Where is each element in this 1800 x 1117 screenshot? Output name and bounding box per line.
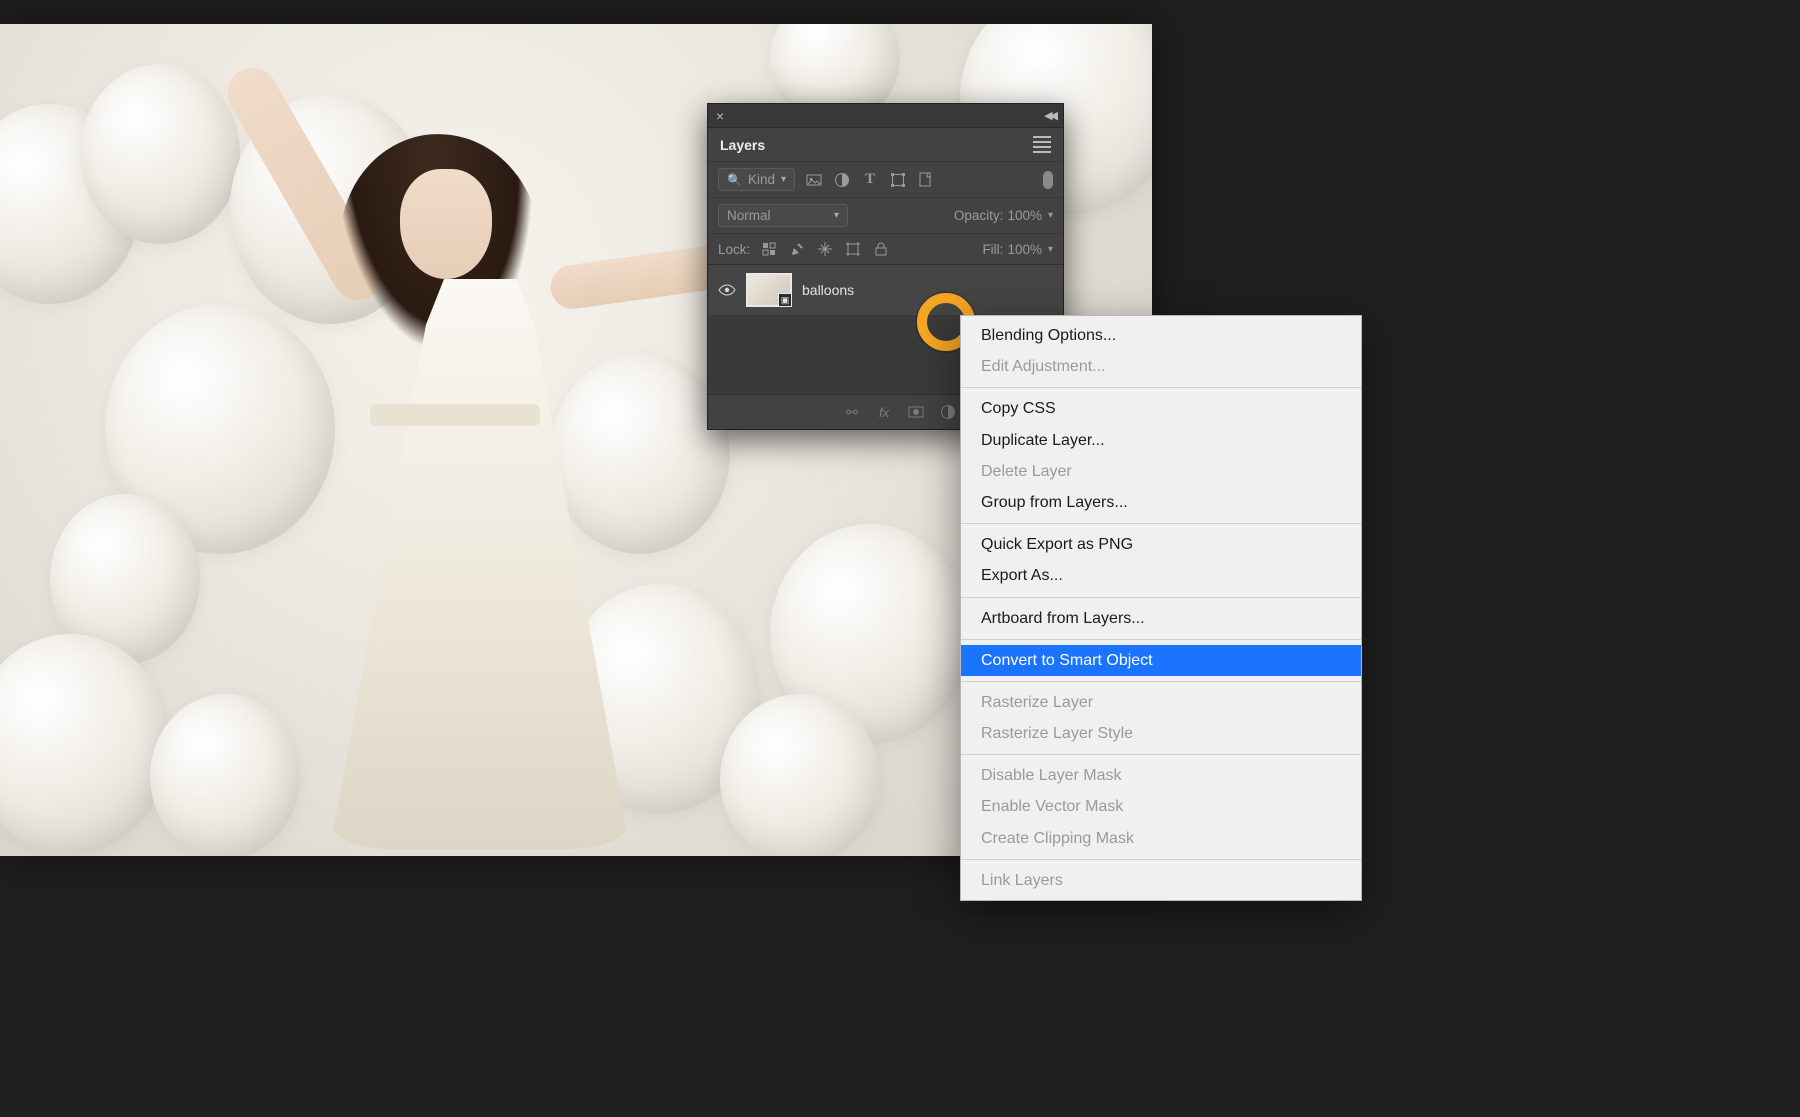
pixel-layer-icon[interactable] xyxy=(805,171,823,189)
context-menu-item: Link Layers xyxy=(961,865,1361,896)
context-menu-item: Create Clipping Mask xyxy=(961,823,1361,854)
layer-thumbnail[interactable]: ▣ xyxy=(746,273,792,307)
layer-row[interactable]: ▣ balloons xyxy=(708,265,1063,315)
lock-paint-icon[interactable] xyxy=(788,240,806,258)
fill-label: Fill: xyxy=(982,242,1003,257)
context-menu-separator xyxy=(961,523,1361,524)
panel-tab-layers[interactable]: Layers xyxy=(708,128,1063,161)
context-menu-item: Edit Adjustment... xyxy=(961,351,1361,382)
context-menu-item[interactable]: Copy CSS xyxy=(961,393,1361,424)
smart-object-filter-icon[interactable] xyxy=(917,171,935,189)
balloon-graphic xyxy=(720,694,880,856)
context-menu-item[interactable]: Export As... xyxy=(961,560,1361,591)
smart-object-badge-icon: ▣ xyxy=(778,293,792,307)
close-icon[interactable]: × xyxy=(716,108,730,124)
context-menu-item[interactable]: Duplicate Layer... xyxy=(961,425,1361,456)
lock-row: Lock: Fill: 100% ▾ xyxy=(708,233,1063,264)
opacity-value[interactable]: 100% xyxy=(1007,208,1042,223)
lock-artboard-icon[interactable] xyxy=(844,240,862,258)
lock-transparent-icon[interactable] xyxy=(760,240,778,258)
context-menu-separator xyxy=(961,639,1361,640)
context-menu-separator xyxy=(961,681,1361,682)
context-menu-item[interactable]: Blending Options... xyxy=(961,320,1361,351)
fx-icon[interactable]: fx xyxy=(875,403,893,421)
chevron-down-icon[interactable]: ▾ xyxy=(1048,210,1053,221)
filter-kind-select[interactable]: 🔍 Kind ▾ xyxy=(718,168,795,191)
context-menu-separator xyxy=(961,754,1361,755)
context-menu-separator xyxy=(961,387,1361,388)
filter-kind-label: Kind xyxy=(748,172,775,187)
context-menu-item: Disable Layer Mask xyxy=(961,760,1361,791)
fill-value[interactable]: 100% xyxy=(1007,242,1042,257)
blend-mode-row: Normal ▾ Opacity: 100% ▾ xyxy=(708,197,1063,233)
mask-icon[interactable] xyxy=(907,403,925,421)
context-menu-item[interactable]: Artboard from Layers... xyxy=(961,603,1361,634)
panel-menu-icon[interactable] xyxy=(1033,136,1051,153)
layer-filter-row: 🔍 Kind ▾ T xyxy=(708,161,1063,197)
layer-name[interactable]: balloons xyxy=(802,282,854,298)
context-menu-separator xyxy=(961,597,1361,598)
adjustment-layer-icon[interactable] xyxy=(833,171,851,189)
lock-all-icon[interactable] xyxy=(872,240,890,258)
context-menu-item[interactable]: Group from Layers... xyxy=(961,487,1361,518)
layer-context-menu: Blending Options...Edit Adjustment... Cop… xyxy=(960,315,1362,901)
context-menu-item: Rasterize Layer Style xyxy=(961,718,1361,749)
subject-figure xyxy=(270,84,690,854)
context-menu-separator xyxy=(961,859,1361,860)
context-menu-item: Rasterize Layer xyxy=(961,687,1361,718)
adjustment-icon[interactable] xyxy=(939,403,957,421)
blend-mode-select[interactable]: Normal ▾ xyxy=(718,204,848,227)
panel-title: Layers xyxy=(720,137,765,153)
opacity-label: Opacity: xyxy=(954,208,1004,223)
shape-layer-icon[interactable] xyxy=(889,171,907,189)
lock-label: Lock: xyxy=(718,242,750,257)
panel-titlebar[interactable]: × ◀◀ xyxy=(708,104,1063,128)
balloon-graphic xyxy=(0,634,170,854)
type-layer-icon[interactable]: T xyxy=(861,171,879,189)
lock-position-icon[interactable] xyxy=(816,240,834,258)
visibility-eye-icon[interactable] xyxy=(718,281,736,299)
collapse-icon[interactable]: ◀◀ xyxy=(1044,109,1055,122)
context-menu-item: Delete Layer xyxy=(961,456,1361,487)
filter-toggle[interactable] xyxy=(1043,171,1053,189)
blend-mode-value: Normal xyxy=(727,208,771,223)
context-menu-item[interactable]: Quick Export as PNG xyxy=(961,529,1361,560)
context-menu-item: Enable Vector Mask xyxy=(961,791,1361,822)
balloon-graphic xyxy=(80,64,240,244)
context-menu-item[interactable]: Convert to Smart Object xyxy=(961,645,1361,676)
link-layers-icon[interactable]: ⚯ xyxy=(843,403,861,421)
chevron-down-icon[interactable]: ▾ xyxy=(1048,244,1053,255)
